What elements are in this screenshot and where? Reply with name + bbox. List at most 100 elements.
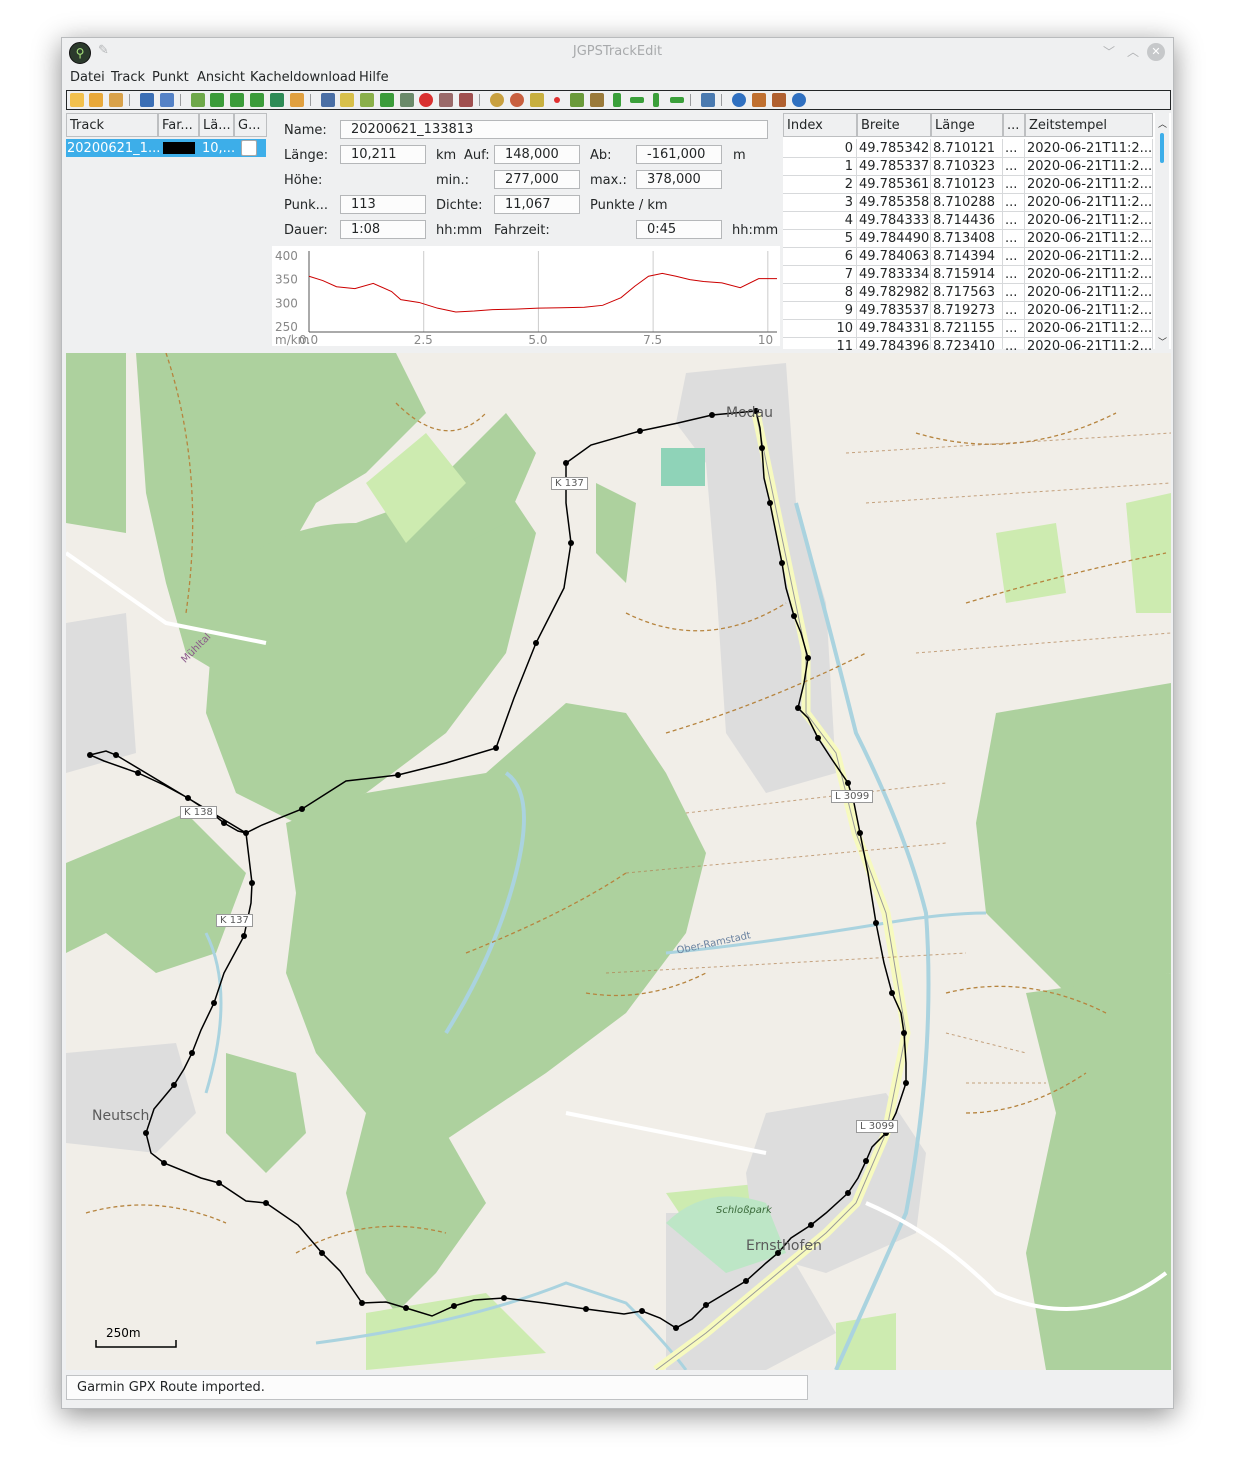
point-row[interactable]: 10 49.784331 8.721155... 2020-06-21T11:2...: [783, 319, 1153, 338]
name-field[interactable]: 20200621_133813: [340, 120, 768, 139]
track-point-marker[interactable]: [673, 1325, 679, 1331]
cut-icon[interactable]: [459, 93, 473, 107]
map-edit-icon[interactable]: [340, 93, 354, 107]
anchor-icon[interactable]: [321, 93, 335, 107]
track-point-marker[interactable]: [143, 1130, 149, 1136]
track-point-marker[interactable]: [568, 540, 574, 546]
track-point-marker[interactable]: [903, 1080, 909, 1086]
open-icon[interactable]: [70, 93, 84, 107]
menu-track[interactable]: Track: [111, 70, 145, 85]
col-lat[interactable]: Breite: [857, 113, 931, 137]
col-more[interactable]: ...: [1003, 113, 1025, 137]
point-row[interactable]: 4 49.784333 8.714436... 2020-06-21T11:2...: [783, 211, 1153, 230]
density-field[interactable]: 11,067: [494, 195, 580, 214]
minimize-button[interactable]: ﹀: [1100, 43, 1118, 61]
save-icon[interactable]: [140, 93, 154, 107]
track-point-marker[interactable]: [857, 830, 863, 836]
track-point-marker[interactable]: [263, 1200, 269, 1206]
scroll-down-icon[interactable]: ﹀: [1158, 335, 1167, 348]
edit-track-icon[interactable]: [191, 93, 205, 107]
merge-icon[interactable]: [230, 93, 244, 107]
col-color[interactable]: Far...: [158, 113, 199, 137]
point-row[interactable]: 6 49.784063 8.714394... 2020-06-21T11:2...: [783, 247, 1153, 266]
map-view[interactable]: Modau Neutsch Ernsthofen K 137 K 137 K 1…: [66, 353, 1171, 1370]
menu-kacheldownload[interactable]: Kacheldownload: [250, 70, 356, 85]
menu-ansicht[interactable]: Ansicht: [197, 70, 245, 85]
point-row[interactable]: 8 49.782982 8.717563... 2020-06-21T11:2...: [783, 283, 1153, 302]
home-settings-icon[interactable]: [772, 93, 786, 107]
track-point-marker[interactable]: [113, 752, 119, 758]
zoom-fit-icon[interactable]: [530, 93, 544, 107]
col-index[interactable]: Index: [783, 113, 857, 137]
down-field[interactable]: -161,000: [636, 145, 722, 164]
track-point-marker[interactable]: [216, 1180, 222, 1186]
zoom-out-icon[interactable]: [510, 93, 524, 107]
duration-field[interactable]: 1:08: [340, 220, 426, 239]
points-scrollbar[interactable]: ︿ ﹀: [1155, 113, 1169, 349]
zoom-in-icon[interactable]: [490, 93, 504, 107]
track-point-marker[interactable]: [815, 735, 821, 741]
home-icon[interactable]: [752, 93, 766, 107]
track-point-marker[interactable]: [241, 933, 247, 939]
track-point-marker[interactable]: [583, 1306, 589, 1312]
track-point-marker[interactable]: [901, 1030, 907, 1036]
point-row[interactable]: 9 49.783537 8.719273... 2020-06-21T11:2...: [783, 301, 1153, 320]
track-point-marker[interactable]: [779, 560, 785, 566]
wrench-icon[interactable]: [701, 93, 715, 107]
save-as-icon[interactable]: [160, 93, 174, 107]
close-button[interactable]: ✕: [1147, 43, 1165, 61]
point-row[interactable]: 0 49.785342 8.710121... 2020-06-21T11:2...: [783, 139, 1153, 158]
track-point-marker[interactable]: [493, 745, 499, 751]
recent-icon[interactable]: [109, 93, 123, 107]
track-point-marker[interactable]: [299, 806, 305, 812]
track-point-marker[interactable]: [501, 1295, 507, 1301]
point-row[interactable]: 7 49.783334 8.715914... 2020-06-21T11:2...: [783, 265, 1153, 284]
track-point-marker[interactable]: [637, 428, 643, 434]
track-point-marker[interactable]: [845, 1190, 851, 1196]
split-icon[interactable]: [250, 93, 264, 107]
track-point-marker[interactable]: [845, 780, 851, 786]
track-point-marker[interactable]: [795, 705, 801, 711]
image-icon[interactable]: [570, 93, 584, 107]
point-row[interactable]: 1 49.785337 8.710323... 2020-06-21T11:2...: [783, 157, 1153, 176]
track-point-marker[interactable]: [221, 820, 227, 826]
track-point-marker[interactable]: [791, 613, 797, 619]
ride-field[interactable]: 0:45: [636, 220, 722, 239]
arrow-up-icon[interactable]: [613, 93, 621, 107]
track-point-marker[interactable]: [767, 500, 773, 506]
track-point-marker[interactable]: [805, 655, 811, 661]
col-time[interactable]: Zeitstempel: [1025, 113, 1153, 137]
track-point-marker[interactable]: [743, 1278, 749, 1284]
track-point-marker[interactable]: [889, 990, 895, 996]
track-point-marker[interactable]: [135, 770, 141, 776]
arrow-left-icon[interactable]: [670, 97, 684, 103]
scroll-up-icon[interactable]: ︿: [1158, 117, 1167, 130]
track-point-marker[interactable]: [249, 880, 255, 886]
menu-punkt[interactable]: Punkt: [152, 70, 189, 85]
track-point-marker[interactable]: [161, 1160, 167, 1166]
point-row[interactable]: 5 49.784490 8.713408... 2020-06-21T11:2...: [783, 229, 1153, 248]
arrow-down-icon[interactable]: [653, 93, 659, 107]
points-field[interactable]: 113: [340, 195, 426, 214]
help-icon[interactable]: [732, 93, 746, 107]
track-point-marker[interactable]: [185, 795, 191, 801]
track-point-marker[interactable]: [533, 640, 539, 646]
max-field[interactable]: 378,000: [636, 170, 722, 189]
length-field[interactable]: 10,211: [340, 145, 426, 164]
track-point-marker[interactable]: [403, 1305, 409, 1311]
track-point-marker[interactable]: [451, 1303, 457, 1309]
up-field[interactable]: 148,000: [494, 145, 580, 164]
track-point-marker[interactable]: [563, 460, 569, 466]
track-row[interactable]: 20200621_1... 10,...: [66, 139, 266, 157]
track-point-marker[interactable]: [759, 445, 765, 451]
track-point-marker[interactable]: [189, 1050, 195, 1056]
maximize-button[interactable]: ︿: [1124, 43, 1142, 61]
scroll-thumb[interactable]: [1160, 133, 1164, 163]
col-length[interactable]: Lä...: [199, 113, 234, 137]
compress-icon[interactable]: [270, 93, 284, 107]
track-point-marker[interactable]: [243, 830, 249, 836]
add-point-icon[interactable]: [400, 93, 414, 107]
point-row[interactable]: 3 49.785358 8.710288... 2020-06-21T11:2...: [783, 193, 1153, 212]
track-point-marker[interactable]: [703, 1302, 709, 1308]
track-point-marker[interactable]: [639, 1308, 645, 1314]
